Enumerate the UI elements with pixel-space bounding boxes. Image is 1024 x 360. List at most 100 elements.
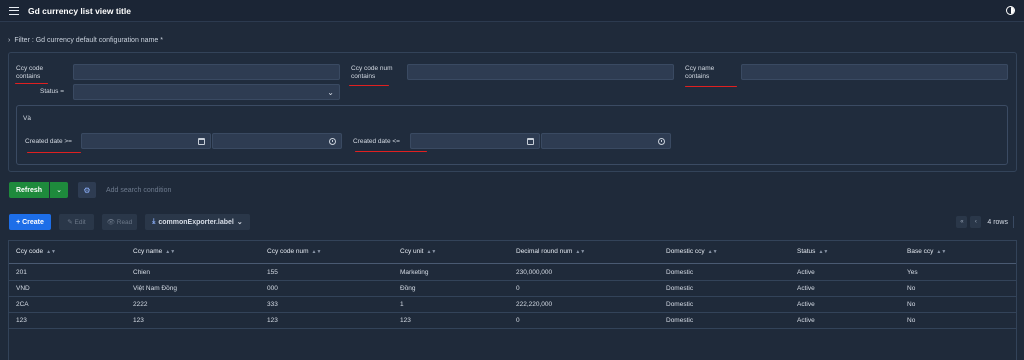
table-row[interactable]: VND Việt Nam Đồng 000 Đồng 0 Domestic Ac… bbox=[9, 281, 1016, 297]
column-header[interactable]: Ccy unit ▲▼ bbox=[400, 248, 436, 255]
prev-page-icon[interactable]: ‹ bbox=[970, 216, 982, 228]
cell-decimal-round-num: 0 bbox=[516, 317, 520, 324]
gear-icon: ⚙ bbox=[83, 185, 91, 195]
calendar-icon[interactable] bbox=[198, 138, 205, 145]
cell-ccy-code: 123 bbox=[16, 317, 27, 324]
theme-toggle-icon[interactable] bbox=[1006, 6, 1015, 15]
table-row[interactable]: 201 Chien 155 Marketing 230,000,000 Dome… bbox=[9, 265, 1016, 281]
chevron-down-icon: ⌄ bbox=[56, 187, 62, 194]
and-condition-group: Và Created date >= Created date <= bbox=[16, 105, 1008, 165]
refresh-button[interactable]: Refresh bbox=[9, 182, 49, 198]
cell-status: Active bbox=[797, 285, 815, 292]
cell-ccy-code-num: 333 bbox=[267, 301, 278, 308]
cell-decimal-round-num: 222,220,000 bbox=[516, 301, 553, 308]
rows-count: 4 rows bbox=[987, 218, 1008, 226]
ccy-code-num-label: Ccy code num contains bbox=[351, 65, 393, 80]
calendar-icon[interactable] bbox=[527, 138, 534, 145]
column-header[interactable]: Domestic ccy ▲▼ bbox=[666, 248, 718, 255]
add-search-condition-link[interactable]: Add search condition bbox=[106, 187, 171, 194]
cell-status: Active bbox=[797, 269, 815, 276]
table-row[interactable]: 2CA 2222 333 1 222,220,000 Domestic Acti… bbox=[9, 297, 1016, 313]
column-header[interactable]: Status ▲▼ bbox=[797, 248, 828, 255]
menu-icon[interactable] bbox=[9, 6, 19, 15]
read-button[interactable]: 👁 Read bbox=[102, 214, 137, 230]
cell-ccy-unit: 123 bbox=[400, 317, 411, 324]
chevron-right-icon: › bbox=[8, 37, 11, 44]
sort-icon: ▲▼ bbox=[165, 249, 176, 255]
first-page-icon[interactable]: « bbox=[956, 216, 968, 228]
table-row[interactable]: 123 123 123 123 0 Domestic Active No bbox=[9, 313, 1016, 329]
column-header[interactable]: Ccy name ▲▼ bbox=[133, 248, 175, 255]
ccy-name-label: Ccy name contains bbox=[685, 65, 715, 80]
cell-ccy-unit: Marketing bbox=[400, 269, 429, 276]
cell-ccy-name: Việt Nam Đồng bbox=[133, 285, 177, 292]
clock-icon[interactable] bbox=[658, 138, 665, 145]
sort-icon: ▲▼ bbox=[818, 249, 829, 255]
cell-domestic-ccy: Domestic bbox=[666, 269, 694, 276]
annotation-underline bbox=[27, 152, 81, 154]
pager-divider bbox=[1013, 216, 1014, 228]
action-toolbar: + Create ✎ Edit 👁 Read ⤓ commonExporter.… bbox=[9, 214, 250, 230]
cell-ccy-name: 2222 bbox=[133, 301, 148, 308]
cell-decimal-round-num: 230,000,000 bbox=[516, 269, 553, 276]
sort-icon: ▲▼ bbox=[936, 249, 947, 255]
created-date-to-time[interactable] bbox=[541, 133, 671, 149]
cell-ccy-unit: Đồng bbox=[400, 285, 416, 292]
download-icon: ⤓ bbox=[152, 218, 156, 225]
page-title: Gd currency list view title bbox=[28, 5, 131, 16]
clock-icon[interactable] bbox=[329, 138, 336, 145]
sort-icon: ▲▼ bbox=[46, 249, 57, 255]
filter-title: Filter : Gd currency default configurati… bbox=[14, 37, 163, 44]
created-date-from-date[interactable] bbox=[81, 133, 211, 149]
and-label: Và bbox=[23, 115, 31, 122]
column-header[interactable]: Ccy code ▲▼ bbox=[16, 248, 56, 255]
cell-status: Active bbox=[797, 317, 815, 324]
created-date-to-date[interactable] bbox=[410, 133, 540, 149]
pagination: « ‹ 4 rows bbox=[956, 215, 1014, 229]
ccy-code-input[interactable] bbox=[73, 64, 340, 80]
cell-domestic-ccy: Domestic bbox=[666, 301, 694, 308]
cell-base-ccy: No bbox=[907, 285, 916, 292]
cell-status: Active bbox=[797, 301, 815, 308]
chevron-down-icon: ⌄ bbox=[327, 88, 334, 97]
refresh-dropdown-button[interactable]: ⌄ bbox=[50, 182, 68, 198]
created-date-from-label: Created date >= bbox=[25, 138, 72, 145]
table-header: Ccy code ▲▼ Ccy name ▲▼ Ccy code num ▲▼ Ccy… bbox=[9, 241, 1016, 264]
ccy-name-input[interactable] bbox=[741, 64, 1008, 80]
cell-domestic-ccy: Domestic bbox=[666, 285, 694, 292]
created-date-to-label: Created date <= bbox=[353, 138, 400, 145]
export-label: commonExporter.label bbox=[158, 218, 234, 226]
sort-icon: ▲▼ bbox=[426, 249, 437, 255]
chevron-down-icon: ⌄ bbox=[236, 219, 243, 226]
cell-ccy-name: Chien bbox=[133, 269, 150, 276]
cell-base-ccy: No bbox=[907, 317, 916, 324]
status-label: Status = bbox=[40, 88, 65, 95]
column-header[interactable]: Base ccy ▲▼ bbox=[907, 248, 946, 255]
cell-ccy-code-num: 155 bbox=[267, 269, 278, 276]
column-header[interactable]: Decimal round num ▲▼ bbox=[516, 248, 585, 255]
ccy-code-num-input[interactable] bbox=[407, 64, 674, 80]
currency-table: Ccy code ▲▼ Ccy name ▲▼ Ccy code num ▲▼ Ccy… bbox=[8, 240, 1017, 360]
cell-ccy-code-num: 000 bbox=[267, 285, 278, 292]
app-header: Gd currency list view title bbox=[0, 0, 1024, 22]
search-toolbar: Refresh ⌄ ⚙ Add search condition bbox=[9, 182, 171, 198]
annotation-underline bbox=[685, 86, 737, 88]
create-button[interactable]: + Create bbox=[9, 214, 51, 230]
ccy-code-label: Ccy code contains bbox=[16, 65, 44, 80]
status-select[interactable]: ⌄ bbox=[73, 84, 340, 100]
cell-base-ccy: Yes bbox=[907, 269, 918, 276]
cell-domestic-ccy: Domestic bbox=[666, 317, 694, 324]
export-button[interactable]: ⤓ commonExporter.label ⌄ bbox=[145, 214, 250, 230]
cell-ccy-name: 123 bbox=[133, 317, 144, 324]
settings-button[interactable]: ⚙ bbox=[78, 182, 96, 198]
filter-toggle[interactable]: › Filter : Gd currency default configura… bbox=[8, 37, 163, 44]
cell-base-ccy: No bbox=[907, 301, 916, 308]
filter-panel: Ccy code contains Ccy code num contains … bbox=[8, 52, 1017, 172]
edit-button[interactable]: ✎ Edit bbox=[59, 214, 94, 230]
cell-ccy-code-num: 123 bbox=[267, 317, 278, 324]
cell-ccy-unit: 1 bbox=[400, 301, 404, 308]
column-header[interactable]: Ccy code num ▲▼ bbox=[267, 248, 321, 255]
cell-ccy-code: VND bbox=[16, 285, 30, 292]
created-date-from-time[interactable] bbox=[212, 133, 342, 149]
sort-icon: ▲▼ bbox=[707, 249, 718, 255]
